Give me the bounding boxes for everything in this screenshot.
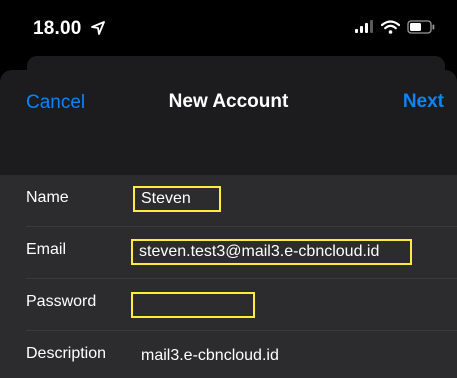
location-arrow-icon bbox=[91, 19, 105, 41]
email-field[interactable]: steven.test3@mail3.e-cbncloud.id bbox=[131, 239, 412, 265]
description-field[interactable]: mail3.e-cbncloud.id bbox=[141, 345, 279, 371]
signal-icon bbox=[354, 20, 374, 39]
password-label: Password bbox=[26, 293, 97, 310]
description-row: Description mail3.e-cbncloud.id bbox=[0, 331, 457, 378]
password-field[interactable] bbox=[131, 292, 255, 318]
status-time: 18.00 bbox=[33, 18, 82, 39]
password-row: Password bbox=[0, 279, 457, 331]
description-label: Description bbox=[26, 345, 107, 362]
name-row: Name Steven bbox=[0, 175, 457, 227]
status-time-container: 18.00 bbox=[33, 18, 105, 41]
status-bar: 18.00 bbox=[0, 0, 457, 60]
new-account-sheet: Cancel New Account Next Name Steven Emai… bbox=[0, 70, 457, 378]
email-row: Email steven.test3@mail3.e-cbncloud.id bbox=[0, 227, 457, 279]
wifi-icon bbox=[380, 20, 401, 39]
status-icons bbox=[354, 20, 435, 39]
navigation-bar: Cancel New Account Next bbox=[0, 70, 457, 175]
next-button[interactable]: Next bbox=[403, 91, 444, 113]
page-title: New Account bbox=[168, 91, 289, 112]
account-form: Name Steven Email steven.test3@mail3.e-c… bbox=[0, 175, 457, 378]
name-label: Name bbox=[26, 189, 69, 206]
name-field[interactable]: Steven bbox=[133, 186, 221, 212]
battery-icon bbox=[407, 20, 435, 39]
email-label: Email bbox=[26, 241, 67, 258]
